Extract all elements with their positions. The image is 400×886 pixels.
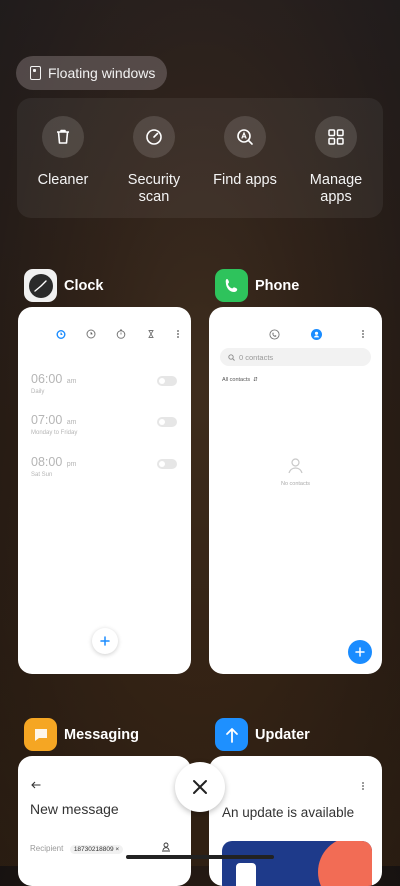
contact-picker-icon[interactable] bbox=[161, 842, 171, 852]
recipient-label: Recipient bbox=[30, 844, 64, 853]
clock-tab-bar bbox=[56, 329, 180, 339]
person-icon bbox=[288, 458, 303, 474]
alarm-time: 07:00 bbox=[31, 413, 63, 427]
find-apps-icon bbox=[224, 116, 266, 158]
back-arrow-icon[interactable] bbox=[31, 781, 41, 789]
alarm-ampm: pm bbox=[66, 461, 77, 468]
alarm-repeat: Monday to Friday bbox=[31, 430, 78, 436]
floating-window-icon bbox=[30, 66, 41, 80]
phone-app-icon bbox=[215, 269, 248, 302]
update-banner-image bbox=[222, 841, 372, 886]
messaging-app-icon bbox=[24, 718, 57, 751]
cleaner-button[interactable]: Cleaner bbox=[18, 116, 108, 189]
phone-app-name: Phone bbox=[255, 277, 300, 294]
close-icon bbox=[193, 780, 207, 794]
contacts-filter-label: All contacts bbox=[222, 377, 251, 383]
manage-apps-label: Manage apps bbox=[309, 172, 363, 205]
recents-tab-icon[interactable] bbox=[269, 329, 280, 340]
close-all-button[interactable] bbox=[175, 762, 225, 812]
clock-app-name: Clock bbox=[64, 277, 104, 294]
alarm-toggle[interactable] bbox=[157, 459, 177, 469]
contacts-search-input[interactable]: 0 contacts bbox=[220, 348, 371, 366]
find-apps-label: Find apps bbox=[213, 172, 277, 188]
messaging-app-name: Messaging bbox=[64, 726, 139, 743]
messaging-app-card[interactable]: New message Recipient 18730218809 × bbox=[18, 756, 191, 886]
update-available-text: An update is available bbox=[222, 805, 355, 820]
security-scan-button[interactable]: Security scan bbox=[109, 116, 199, 206]
clock-app-icon bbox=[24, 269, 57, 302]
alarm-item[interactable]: 08:00 pm Sat Sun bbox=[31, 453, 181, 483]
recipient-chip[interactable]: 18730218809 × bbox=[69, 845, 124, 854]
alarm-toggle[interactable] bbox=[157, 376, 177, 386]
stopwatch-tab-icon[interactable] bbox=[116, 329, 126, 339]
trash-icon bbox=[42, 116, 84, 158]
security-scan-icon bbox=[133, 116, 175, 158]
plus-icon bbox=[100, 636, 110, 646]
alarm-toggle[interactable] bbox=[157, 417, 177, 427]
alarm-ampm: am bbox=[66, 419, 77, 426]
alarm-repeat: Daily bbox=[31, 389, 45, 395]
search-icon bbox=[228, 353, 235, 361]
alarm-ampm: am bbox=[66, 378, 77, 385]
security-scan-label: Security scan bbox=[127, 172, 181, 205]
find-apps-button[interactable]: Find apps bbox=[200, 116, 290, 189]
no-contacts-text: No contacts bbox=[280, 481, 311, 487]
more-options-icon[interactable] bbox=[361, 329, 365, 339]
alarm-time: 06:00 bbox=[31, 372, 63, 386]
messaging-app-header[interactable]: Messaging bbox=[24, 718, 139, 751]
alarm-item[interactable]: 07:00 am Monday to Friday bbox=[31, 411, 181, 441]
more-options-icon[interactable] bbox=[176, 329, 180, 339]
alarm-repeat: Sat Sun bbox=[31, 472, 53, 478]
world-clock-tab-icon[interactable] bbox=[86, 329, 96, 339]
timer-tab-icon[interactable] bbox=[146, 329, 156, 339]
add-contact-button[interactable] bbox=[348, 640, 372, 664]
home-indicator[interactable] bbox=[126, 855, 274, 859]
phone-app-card[interactable]: 0 contacts All contacts ⇵ No contacts bbox=[209, 307, 382, 674]
manage-apps-button[interactable]: Manage apps bbox=[291, 116, 381, 206]
clock-app-card[interactable]: 06:00 am Daily 07:00 am Monday to Friday… bbox=[18, 307, 191, 674]
phone-app-header[interactable]: Phone bbox=[215, 269, 299, 302]
quick-tools-panel: Cleaner Security scan Find apps Manage a… bbox=[17, 98, 383, 218]
alarm-tab-icon[interactable] bbox=[56, 329, 66, 339]
add-alarm-button[interactable] bbox=[92, 628, 118, 654]
recipient-number: 18730218809 bbox=[73, 846, 114, 853]
chevron-updown-icon: ⇵ bbox=[251, 377, 258, 383]
manage-apps-icon bbox=[315, 116, 357, 158]
updater-app-card[interactable]: An update is available bbox=[209, 756, 382, 886]
floating-windows-button[interactable]: Floating windows bbox=[16, 56, 167, 90]
cleaner-label: Cleaner bbox=[37, 172, 89, 188]
clock-app-header[interactable]: Clock bbox=[24, 269, 104, 302]
plus-icon bbox=[355, 647, 365, 657]
updater-app-name: Updater bbox=[255, 726, 310, 743]
new-message-title: New message bbox=[30, 801, 119, 817]
floating-windows-label: Floating windows bbox=[48, 65, 156, 81]
more-options-icon[interactable] bbox=[361, 781, 365, 791]
contacts-search-placeholder: 0 contacts bbox=[239, 352, 274, 362]
updater-app-icon bbox=[215, 718, 248, 751]
alarm-time: 08:00 bbox=[31, 455, 63, 469]
updater-app-header[interactable]: Updater bbox=[215, 718, 310, 751]
contacts-filter-dropdown[interactable]: All contacts ⇵ bbox=[222, 377, 258, 383]
alarm-item[interactable]: 06:00 am Daily bbox=[31, 370, 181, 400]
contacts-tab-icon[interactable] bbox=[311, 329, 322, 340]
